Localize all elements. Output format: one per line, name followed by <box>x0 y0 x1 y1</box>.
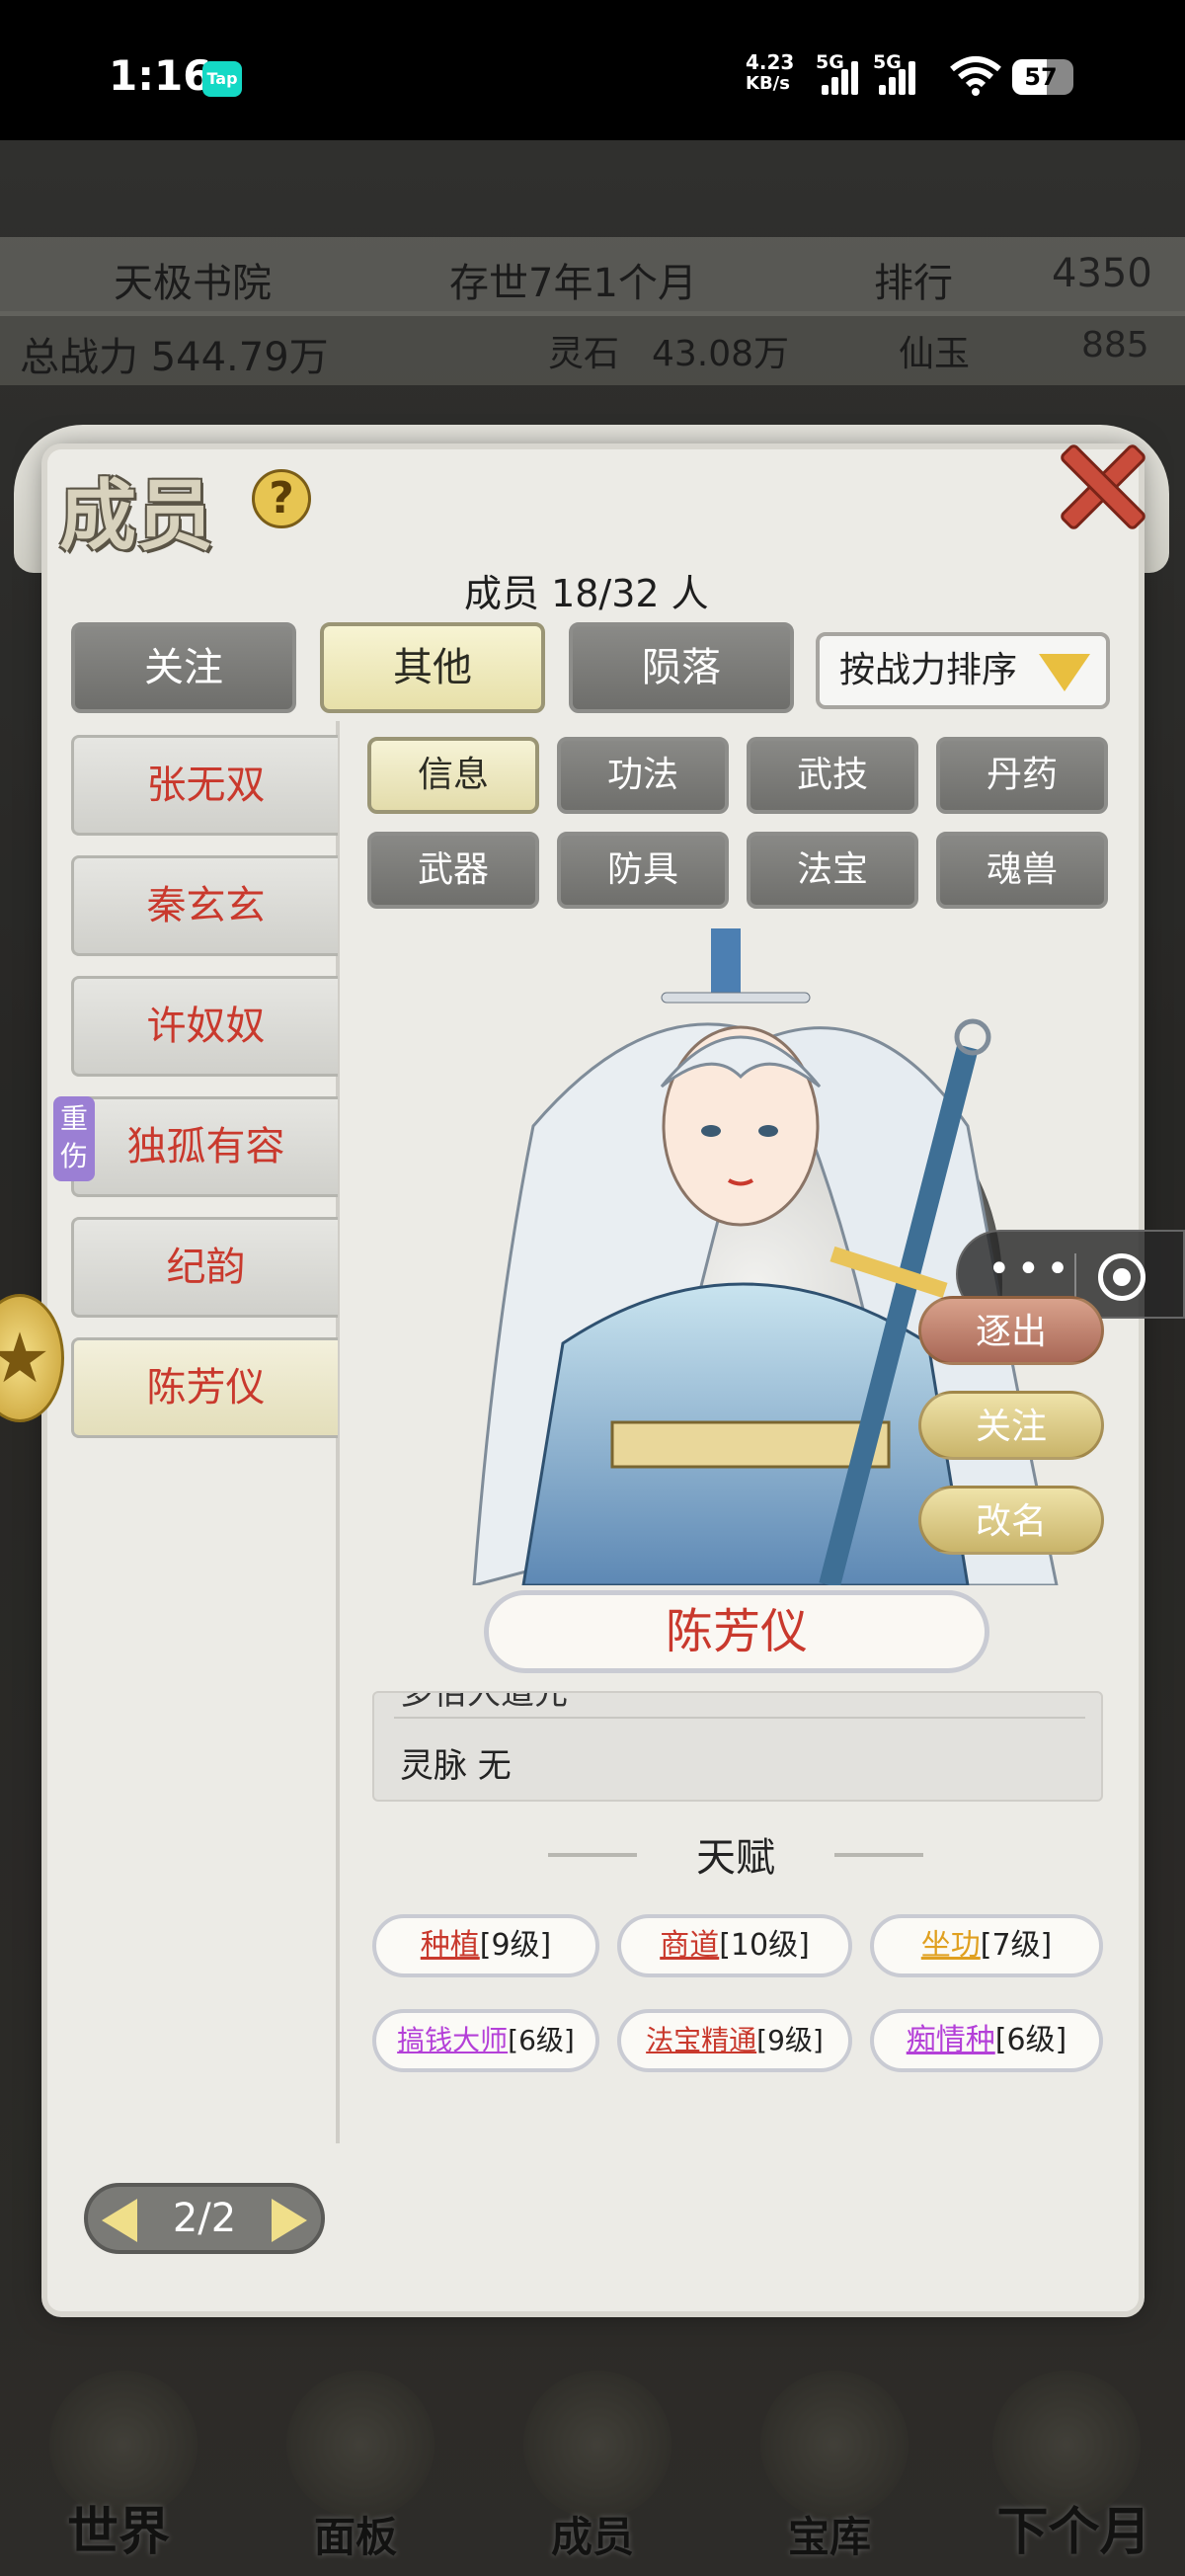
sort-dropdown[interactable]: 按战力排序 <box>816 632 1110 709</box>
subtab-armor[interactable]: 防具 <box>557 832 729 909</box>
help-icon[interactable]: ? <box>252 469 311 528</box>
more-icon[interactable]: ••• <box>988 1249 1069 1289</box>
subtab-soul-beast[interactable]: 魂兽 <box>936 832 1108 909</box>
wifi-icon <box>950 56 1001 96</box>
tab-other[interactable]: 其他 <box>320 622 545 713</box>
subtab-treasure[interactable]: 法宝 <box>747 832 918 909</box>
info-scroll-box[interactable]: 多佰人道元 灵脉 无 <box>372 1691 1103 1802</box>
member-item[interactable]: 独孤有容 <box>71 1096 338 1197</box>
member-item-selected[interactable]: 陈芳仪 <box>71 1337 338 1438</box>
sort-label: 按战力排序 <box>839 650 1018 690</box>
subtab-pills[interactable]: 丹药 <box>936 737 1108 814</box>
arrow-right-icon[interactable] <box>272 2199 307 2242</box>
member-item[interactable]: 许奴奴 <box>71 976 338 1077</box>
tab-follow[interactable]: 关注 <box>71 622 296 713</box>
info-line-clipped: 多佰人道元 <box>400 1691 568 1713</box>
status-bar: 1:16 Tap 4.23 KB/s 5G 5G 57 <box>0 0 1185 140</box>
subtab-weapon[interactable]: 武器 <box>367 832 539 909</box>
talent-badge: 商道[10级] <box>617 1914 852 1977</box>
subtab-martial-skill[interactable]: 武技 <box>747 737 918 814</box>
clock: 1:16 <box>109 51 212 100</box>
pagination: 2/2 <box>84 2183 325 2254</box>
close-miniprogram-icon[interactable] <box>1098 1253 1146 1301</box>
talent-badge: 法宝精通[9级] <box>617 2009 852 2072</box>
taptap-app-icon: Tap <box>202 61 242 97</box>
arrow-left-icon[interactable] <box>102 2199 137 2242</box>
page-indicator: 2/2 <box>172 2196 237 2241</box>
member-item[interactable]: 张无双 <box>71 735 338 836</box>
follow-button[interactable]: 关注 <box>918 1391 1104 1460</box>
subtab-technique[interactable]: 功法 <box>557 737 729 814</box>
tab-fallen[interactable]: 陨落 <box>569 622 794 713</box>
character-name: 陈芳仪 <box>484 1590 989 1673</box>
close-icon[interactable] <box>1055 440 1144 528</box>
signal-icon: 5G <box>873 51 922 95</box>
talent-title: 天赋 <box>548 1825 923 1885</box>
spirit-vein-info: 灵脉 无 <box>400 1746 512 1786</box>
subtab-info[interactable]: 信息 <box>367 737 539 814</box>
talent-badge: 坐功[7级] <box>870 1914 1103 1977</box>
battery-icon: 57 <box>1012 59 1073 95</box>
talent-badge: 痴情种[6级] <box>870 2009 1103 2072</box>
network-speed: 4.23 KB/s <box>746 50 795 94</box>
member-count: 成员 18/32 人 <box>464 572 709 615</box>
signal-icon: 5G <box>816 51 865 95</box>
expel-button[interactable]: 逐出 <box>918 1296 1104 1365</box>
talent-badge: 种植[9级] <box>372 1914 599 1977</box>
panel-title: 成员 <box>59 471 214 561</box>
member-item[interactable]: 秦玄玄 <box>71 855 338 956</box>
dropdown-triangle-icon <box>1039 654 1090 691</box>
rename-button[interactable]: 改名 <box>918 1486 1104 1555</box>
member-item[interactable]: 纪韵 <box>71 1217 338 1318</box>
injured-badge: 重伤 <box>53 1096 95 1181</box>
talent-badge: 搞钱大师[6级] <box>372 2009 599 2072</box>
